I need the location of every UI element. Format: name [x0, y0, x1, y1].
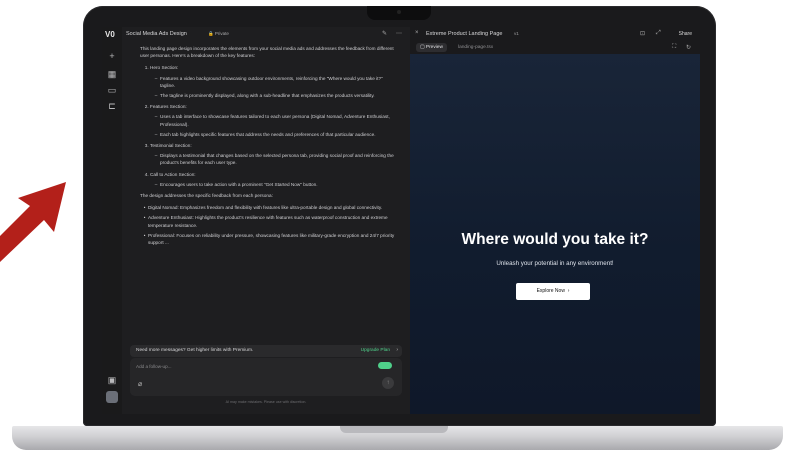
toggle-switch[interactable] — [378, 362, 392, 369]
private-badge: 🔒 Private — [208, 31, 229, 36]
section-heading: Hero Section: — [150, 65, 179, 71]
camera-icon — [397, 10, 401, 14]
download-icon[interactable]: ⊡ — [640, 30, 645, 37]
attach-icon[interactable]: ⌀ — [138, 380, 142, 388]
expand-icon[interactable]: ⤢ — [656, 30, 661, 37]
section-heading: Features Section: — [150, 104, 187, 110]
upgrade-message: Need more messages? Get higher limits wi… — [136, 348, 254, 353]
list-item: Each tab highlights specific features th… — [160, 131, 398, 138]
upgrade-banner: Need more messages? Get higher limits wi… — [130, 345, 402, 357]
follow-up-input[interactable] — [136, 364, 336, 369]
chevron-right-icon[interactable]: › — [396, 347, 398, 353]
section-heading: Call to Action Section: — [150, 171, 196, 177]
list-item: Uses a tab interface to showcase feature… — [160, 113, 398, 127]
folder-icon[interactable]: ▭ — [107, 85, 117, 95]
list-item: Testimonial Section: Displays a testimon… — [150, 142, 398, 167]
disclaimer-text: AI may make mistakes. Please use with di… — [225, 400, 307, 404]
sidebar-rail: V0 + ▦ ▭ ⊏ ▣ — [102, 27, 123, 414]
plus-icon[interactable]: + — [107, 51, 117, 61]
message-intro: This landing page design incorporates th… — [140, 46, 394, 59]
list-item: Digital Nomad: Emphasizes freedom and fl… — [148, 204, 398, 211]
laptop-hinge-notch — [340, 426, 448, 433]
list-item: Hero Section: Features a video backgroun… — [150, 64, 398, 99]
close-icon[interactable]: × — [415, 30, 419, 36]
tab-preview-label: Preview — [425, 45, 443, 50]
upgrade-plan-link[interactable]: Upgrade Plan — [361, 348, 390, 353]
list-item: Professional: Focuses on reliability und… — [148, 232, 398, 246]
hero-heading: Where would you take it? — [461, 231, 649, 248]
list-item: Features a video background showcasing o… — [160, 75, 398, 89]
list-item: Features Section: Uses a tab interface t… — [150, 103, 398, 138]
refresh-icon[interactable]: ↻ — [686, 44, 691, 51]
preview-header: × Extreme Product Landing Page v1 ⊡ ⤢ Sh… — [410, 27, 700, 41]
list-item: Encourages users to take action with a p… — [160, 181, 398, 188]
version-badge[interactable]: v1 — [514, 31, 519, 36]
landing-page-preview: Where would you take it? Unleash your po… — [410, 54, 700, 414]
list-item: Displays a testimonial that changes base… — [160, 152, 398, 166]
section-heading: Testimonial Section: — [150, 143, 192, 149]
app-logo-icon[interactable]: V0 — [105, 30, 119, 40]
send-button[interactable]: ↑ — [382, 377, 394, 389]
grid-icon[interactable]: ▦ — [107, 69, 117, 79]
fullscreen-icon[interactable]: ⛶ — [672, 44, 676, 51]
explore-now-button[interactable]: Explore Now › — [516, 283, 590, 300]
tab-preview[interactable]: ▢ Preview — [416, 43, 447, 52]
preview-title: Extreme Product Landing Page — [426, 31, 503, 37]
feedback-intro: The design addresses the specific feedba… — [140, 193, 273, 199]
explore-now-label: Explore Now — [536, 288, 565, 294]
edit-icon[interactable]: ✎ — [382, 30, 387, 37]
chat-panel: Social Media Ads Design 🔒 Private ✎ ⋯ Th… — [122, 27, 410, 414]
features-list: Hero Section: Features a video backgroun… — [140, 64, 398, 188]
panel-toggle-icon[interactable]: ▣ — [107, 375, 117, 385]
chat-icon[interactable]: ⊏ — [107, 101, 117, 111]
chat-title[interactable]: Social Media Ads Design — [126, 31, 187, 37]
preview-tabs: ▢ Preview landing-page.tsx ⛶ ↻ — [410, 42, 700, 54]
tab-code-file[interactable]: landing-page.tsx — [458, 43, 493, 52]
list-item: The tagline is prominently displayed, al… — [160, 92, 398, 99]
app-window: V0 + ▦ ▭ ⊏ ▣ Social Media Ads Design 🔒 P… — [102, 27, 700, 414]
feedback-list: Digital Nomad: Emphasizes freedom and fl… — [140, 204, 398, 246]
more-icon[interactable]: ⋯ — [396, 30, 402, 37]
user-avatar[interactable] — [106, 391, 118, 403]
list-item: Call to Action Section: Encourages users… — [150, 171, 398, 188]
list-item: Adventure Enthusiast: Highlights the pro… — [148, 214, 398, 228]
private-label: Private — [214, 31, 229, 36]
hero-subheading: Unleash your potential in any environmen… — [496, 260, 614, 267]
preview-panel: × Extreme Product Landing Page v1 ⊡ ⤢ Sh… — [410, 27, 700, 414]
composer: ⌀ ↑ — [130, 358, 402, 396]
share-button[interactable]: Share — [679, 31, 692, 37]
chat-header: Social Media Ads Design 🔒 Private ✎ ⋯ — [122, 27, 410, 43]
red-arrow-graphic — [0, 182, 66, 262]
assistant-message: This landing page design incorporates th… — [140, 45, 398, 251]
